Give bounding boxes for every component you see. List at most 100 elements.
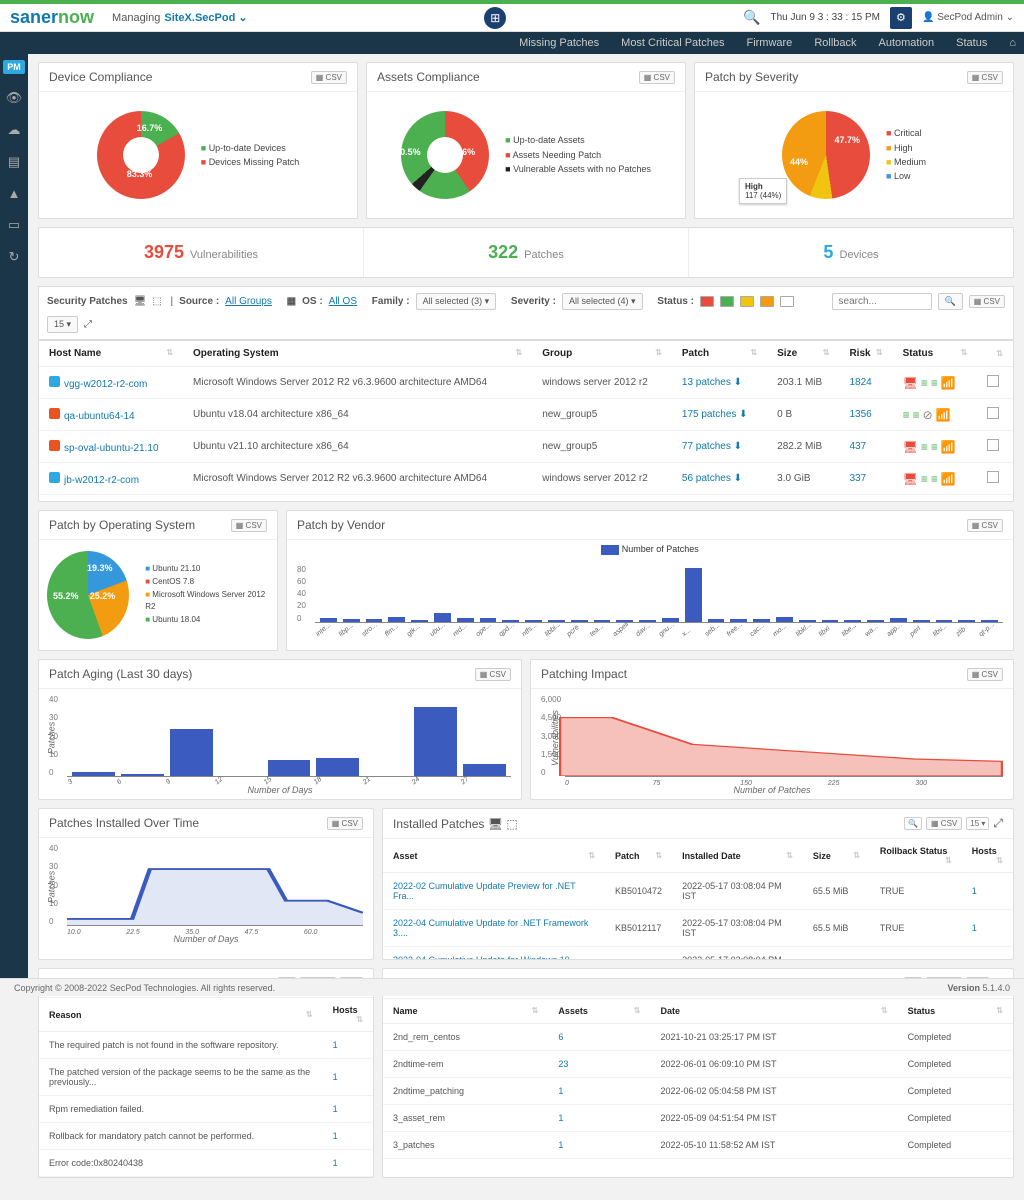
os-link[interactable]: All OS [329,296,357,307]
table-row[interactable]: Rpm remediation failed.1 [39,1096,373,1123]
source-link[interactable]: All Groups [225,296,272,307]
legend: Ubuntu 21.10 CentOS 7.8 Microsoft Window… [145,563,269,627]
search-icon[interactable]: 🔍 [743,9,760,26]
menu-bar: Missing Patches Most Critical Patches Fi… [0,32,1024,54]
menu-firmware[interactable]: Firmware [746,37,792,49]
table-row[interactable]: sp-oval-ubuntu-21.10Ubuntu v21.10 archit… [39,431,1013,463]
col-header[interactable]: Host Name⇅ [39,341,183,367]
table-row[interactable]: 2022-04 Cumulative Update for Windows 10… [383,947,1013,960]
sidebar-pm[interactable]: PM [3,60,25,74]
panel-title: Patch by Vendor [297,518,385,532]
csv-button[interactable]: ▦ CSV [639,71,675,84]
stat-devices: 5Devices [689,228,1013,277]
table-row[interactable]: The patched version of the package seems… [39,1059,373,1096]
sidebar-card-icon[interactable]: ▭ [8,217,20,233]
sidebar-alert-icon[interactable]: ▲ [8,186,21,201]
family-select[interactable]: All selected (3) ▾ [416,293,497,310]
csv-button[interactable]: ▦ CSV [231,519,267,532]
stat-vulnerabilities: 3975Vulnerabilities [39,228,364,277]
stat-patches: 322Patches [364,228,689,277]
sidebar-eye-icon[interactable]: 👁 [6,90,23,106]
legend: Up-to-date Devices Devices Missing Patch [201,141,299,170]
expand-icon[interactable]: ⤢ [993,816,1003,831]
col-header[interactable]: Risk⇅ [839,341,892,367]
table-row[interactable]: qa-ubuntu64-14Ubuntu v18.04 architecture… [39,399,1013,431]
panel-reason-failure: Reason for Failure 🔍▦ CSV15 ▾ Reason⇅Hos… [38,968,374,1178]
panel-installed-patches: Installed Patches 🖥 ⬚ 🔍▦ CSV15 ▾⤢ Asset⇅… [382,808,1014,960]
table-row[interactable]: 2ndtime-rem232022-06-01 06:09:10 PM ISTC… [383,1051,1013,1078]
menu-most-critical[interactable]: Most Critical Patches [621,37,724,49]
table-row[interactable]: jb-w2012-r2-comMicrosoft Windows Server … [39,463,1013,495]
chevron-down-icon: ⌄ [238,12,247,24]
table-row[interactable]: Error code:0x802404381 [39,1150,373,1177]
donut-chart: 16.7% 83.3% [97,111,185,199]
table-row[interactable]: The required patch is not found in the s… [39,1032,373,1059]
monitor-icon[interactable]: 🖥 [134,296,147,307]
table-row[interactable]: 2nd_rem_centos62021-10-21 03:25:17 PM IS… [383,1024,1013,1051]
col-header[interactable]: Status⇅ [893,341,978,367]
home-icon[interactable]: ⌂ [1009,37,1016,49]
status-filter-orange[interactable] [760,296,774,307]
menu-status[interactable]: Status [956,37,987,49]
csv-button[interactable]: ▦ CSV [967,71,1003,84]
datetime-label: Thu Jun 9 3 : 33 : 15 PM [770,12,880,23]
col-header[interactable]: Group⇅ [532,341,672,367]
legend: Up-to-date Assets Assets Needing Patch V… [505,133,651,176]
csv-button[interactable]: ▦ CSV [311,71,347,84]
expand-icon[interactable]: ⤢ [84,319,92,330]
user-dropdown[interactable]: 👤 SecPod Admin ⌄ [922,12,1014,23]
panel-title: Patching Impact [541,667,627,681]
settings-icon[interactable]: ⚙ [890,7,912,29]
status-filter-white[interactable] [780,296,794,307]
csv-button[interactable]: ▦ CSV [327,817,363,830]
search-input[interactable] [832,293,932,310]
table-row[interactable]: Rollback for mandatory patch cannot be p… [39,1123,373,1150]
csv-button[interactable]: ▦ CSV [969,295,1005,308]
page-size-select[interactable]: 15 ▾ [47,316,78,333]
donut-chart: 40.5% 55.6% [401,111,489,199]
table-row[interactable]: 2ndtime_patching12022-06-02 05:04:58 PM … [383,1078,1013,1105]
stats-panel: 3975Vulnerabilities 322Patches 5Devices [38,227,1014,278]
status-filter-yellow[interactable] [740,296,754,307]
cube-icon[interactable]: ⬚ [152,296,161,307]
table-row[interactable]: vgg-w2012-r2-comMicrosoft Windows Server… [39,367,1013,399]
severity-select[interactable]: All selected (4) ▾ [562,293,643,310]
monitor-icon[interactable]: 🖥 [488,817,503,831]
site-dropdown[interactable]: SiteX.SecPod ⌄ [164,11,247,24]
table-row[interactable]: 3_asset_rem12022-05-09 04:51:54 PM ISTCo… [383,1105,1013,1132]
title-bar: sanernow Managing SiteX.SecPod ⌄ ⊞ 🔍 Thu… [0,4,1024,32]
footer: Copyright © 2008-2022 SecPod Technologie… [0,978,1024,996]
app-grid-icon[interactable]: ⊞ [484,7,506,29]
menu-missing-patches[interactable]: Missing Patches [519,37,599,49]
search-go[interactable]: 🔍 [938,293,963,310]
sidebar-cloud-icon[interactable]: ☁ [8,122,21,138]
csv-button[interactable]: ▦ CSV [967,668,1003,681]
panel-patching-impact: Patching Impact▦ CSV 6,0004,5003,0001,50… [530,659,1014,800]
status-filter-green[interactable] [720,296,734,307]
panel-patch-os: Patch by Operating System▦ CSV 19.3% 25.… [38,510,278,651]
table-row[interactable]: sp-centos-7-x64CentOS v7.8 architecture … [39,495,1013,502]
security-patches-table: Host Name⇅Operating System⇅Group⇅Patch⇅S… [38,340,1014,502]
csv-button[interactable]: ▦ CSV [926,817,962,830]
status-filter-red[interactable] [700,296,714,307]
menu-automation[interactable]: Automation [879,37,935,49]
cube-icon[interactable]: ⬚ [506,817,517,831]
sidebar-doc-icon[interactable]: ▤ [8,154,20,170]
sidebar-refresh-icon[interactable]: ↻ [9,249,20,265]
col-header[interactable]: Operating System⇅ [183,341,532,367]
panel-title: Patches Installed Over Time [49,816,199,830]
menu-rollback[interactable]: Rollback [814,37,856,49]
table-row[interactable]: 2022-02 Cumulative Update Preview for .N… [383,873,1013,910]
col-header[interactable]: ⇅ [977,341,1013,367]
search-icon[interactable]: 🔍 [904,817,922,830]
col-header[interactable]: Patch⇅ [672,341,767,367]
csv-button[interactable]: ▦ CSV [475,668,511,681]
pie-chart: 19.3% 25.2% 55.2% [47,551,129,639]
legend: Critical High Medium Low [886,126,926,184]
table-row[interactable]: 3_patches12022-05-10 11:58:52 AM ISTComp… [383,1132,1013,1159]
table-row[interactable]: 2022-04 Cumulative Update for .NET Frame… [383,910,1013,947]
col-header[interactable]: Size⇅ [767,341,839,367]
page-size-select[interactable]: 15 ▾ [966,817,989,830]
csv-button[interactable]: ▦ CSV [967,519,1003,532]
panel-assets-compliance: Assets Compliance▦ CSV 40.5% 55.6% Up-to… [366,62,686,219]
